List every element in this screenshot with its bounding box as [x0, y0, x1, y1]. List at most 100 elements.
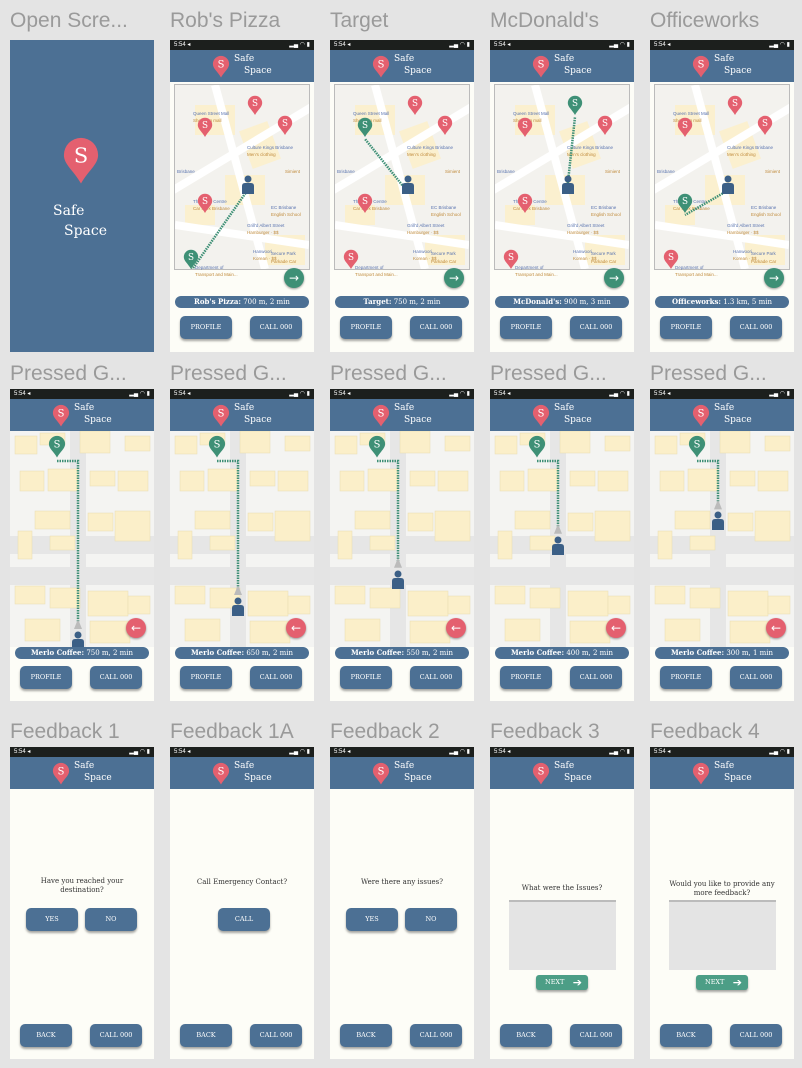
map-view[interactable]: Queen Street MallShopping mallCulture Ki…: [494, 84, 630, 277]
location-pin-icon[interactable]: S: [247, 95, 263, 120]
location-pin-icon[interactable]: S: [727, 95, 743, 120]
location-pin-icon[interactable]: S: [197, 117, 213, 142]
app-name-line2: Space: [724, 773, 752, 783]
profile-button[interactable]: PROFILE: [500, 666, 552, 689]
navigation-map[interactable]: S: [10, 430, 154, 650]
back-button[interactable]: BACK: [340, 1024, 392, 1047]
back-arrow-button[interactable]: ←: [286, 618, 306, 638]
location-pin-icon[interactable]: S: [517, 193, 533, 218]
feedback-textarea[interactable]: [509, 900, 616, 970]
destination-pin-icon[interactable]: S: [368, 435, 386, 462]
back-arrow-button[interactable]: ←: [606, 618, 626, 638]
go-arrow-button[interactable]: →: [764, 268, 784, 288]
profile-button[interactable]: PROFILE: [500, 316, 552, 339]
logo-pin-icon: S: [692, 404, 710, 431]
back-arrow-button[interactable]: ←: [766, 618, 786, 638]
call-000-button[interactable]: CALL 000: [730, 666, 782, 689]
svg-text:S: S: [282, 119, 288, 129]
call-000-button[interactable]: CALL 000: [730, 316, 782, 339]
back-button[interactable]: BACK: [20, 1024, 72, 1047]
location-pin-icon[interactable]: S: [407, 95, 423, 120]
location-pin-icon[interactable]: S: [277, 115, 293, 140]
map-view[interactable]: Queen Street MallShopping mallCulture Ki…: [174, 84, 310, 277]
no-button[interactable]: NO: [405, 908, 457, 931]
location-pin-icon[interactable]: S: [197, 193, 213, 218]
navigation-map[interactable]: S: [490, 430, 634, 647]
call-000-button[interactable]: CALL 000: [250, 316, 302, 339]
next-button[interactable]: NEXT ➔: [536, 975, 588, 990]
status-time: 5:54 ◂: [14, 749, 31, 755]
frame-title: McDonald's: [490, 9, 600, 32]
logo-pin-icon: S: [692, 55, 710, 82]
call-000-button[interactable]: CALL 000: [410, 316, 462, 339]
yes-button[interactable]: YES: [346, 908, 398, 931]
destination-distance: 750 m, 2 min: [86, 649, 134, 657]
navigation-map[interactable]: S: [650, 430, 794, 647]
profile-button[interactable]: PROFILE: [660, 316, 712, 339]
call-000-button[interactable]: CALL 000: [410, 666, 462, 689]
no-button[interactable]: NO: [85, 908, 137, 931]
go-arrow-button[interactable]: →: [284, 268, 304, 288]
call-contact-button[interactable]: CALL: [218, 908, 270, 931]
frame-title: Feedback 3: [490, 720, 600, 743]
profile-button[interactable]: PROFILE: [180, 316, 232, 339]
frame-title: Open Scre...: [10, 9, 128, 32]
profile-button[interactable]: PROFILE: [340, 316, 392, 339]
app-name-line1: Safe: [554, 403, 575, 413]
destination-pin-icon[interactable]: S: [688, 435, 706, 462]
location-pin-icon[interactable]: S: [183, 249, 199, 274]
navigation-map[interactable]: S: [170, 430, 314, 647]
call-000-button[interactable]: CALL 000: [410, 1024, 462, 1047]
location-pin-icon[interactable]: S: [357, 193, 373, 218]
call-000-button[interactable]: CALL 000: [570, 1024, 622, 1047]
app-header: S Safe Space: [170, 757, 314, 789]
map-view[interactable]: Queen Street MallShopping mallCulture Ki…: [654, 84, 790, 277]
yes-button[interactable]: YES: [26, 908, 78, 931]
app-header: S Safe Space: [490, 399, 634, 431]
navigation-map[interactable]: S: [330, 430, 474, 647]
location-pin-icon[interactable]: S: [437, 115, 453, 140]
profile-button[interactable]: PROFILE: [180, 666, 232, 689]
location-pin-icon[interactable]: S: [503, 249, 519, 274]
call-000-button[interactable]: CALL 000: [570, 316, 622, 339]
logo-pin-icon: S: [212, 404, 230, 431]
profile-button[interactable]: PROFILE: [20, 666, 72, 689]
call-000-button[interactable]: CALL 000: [90, 666, 142, 689]
location-pin-icon[interactable]: S: [757, 115, 773, 140]
call-000-button[interactable]: CALL 000: [730, 1024, 782, 1047]
back-arrow-button[interactable]: ←: [126, 618, 146, 638]
route-line: [377, 459, 402, 568]
back-button[interactable]: BACK: [660, 1024, 712, 1047]
call-000-button[interactable]: CALL 000: [570, 666, 622, 689]
call-000-button[interactable]: CALL 000: [250, 666, 302, 689]
destination-pin-icon[interactable]: S: [208, 435, 226, 462]
app-name-line2: Space: [564, 66, 592, 76]
go-arrow-button[interactable]: →: [604, 268, 624, 288]
status-time: 5:54 ◂: [334, 391, 351, 397]
location-pin-icon[interactable]: S: [677, 117, 693, 142]
location-pin-icon[interactable]: S: [663, 249, 679, 274]
destination-pin-icon[interactable]: S: [528, 435, 546, 462]
location-pin-icon[interactable]: S: [357, 117, 373, 142]
signal-wifi-battery-icon: ▂▄ ◠ ▮: [449, 42, 470, 48]
user-location-icon: [721, 175, 735, 199]
go-arrow-button[interactable]: →: [444, 268, 464, 288]
status-bar: 5:54 ◂ ▂▄ ◠ ▮: [490, 40, 634, 50]
back-button[interactable]: BACK: [180, 1024, 232, 1047]
location-pin-icon[interactable]: S: [343, 249, 359, 274]
location-pin-icon[interactable]: S: [567, 95, 583, 120]
call-000-button[interactable]: CALL 000: [250, 1024, 302, 1047]
feedback-textarea[interactable]: [669, 900, 776, 970]
location-pin-icon[interactable]: S: [517, 117, 533, 142]
profile-button[interactable]: PROFILE: [660, 666, 712, 689]
call-000-button[interactable]: CALL 000: [90, 1024, 142, 1047]
location-pin-icon[interactable]: S: [677, 193, 693, 218]
profile-button[interactable]: PROFILE: [340, 666, 392, 689]
map-view[interactable]: Queen Street MallShopping mallCulture Ki…: [334, 84, 470, 277]
location-pin-icon[interactable]: S: [597, 115, 613, 140]
svg-text:S: S: [694, 440, 701, 451]
back-arrow-button[interactable]: ←: [446, 618, 466, 638]
destination-pin-icon[interactable]: S: [48, 435, 66, 462]
back-button[interactable]: BACK: [500, 1024, 552, 1047]
next-button[interactable]: NEXT ➔: [696, 975, 748, 990]
